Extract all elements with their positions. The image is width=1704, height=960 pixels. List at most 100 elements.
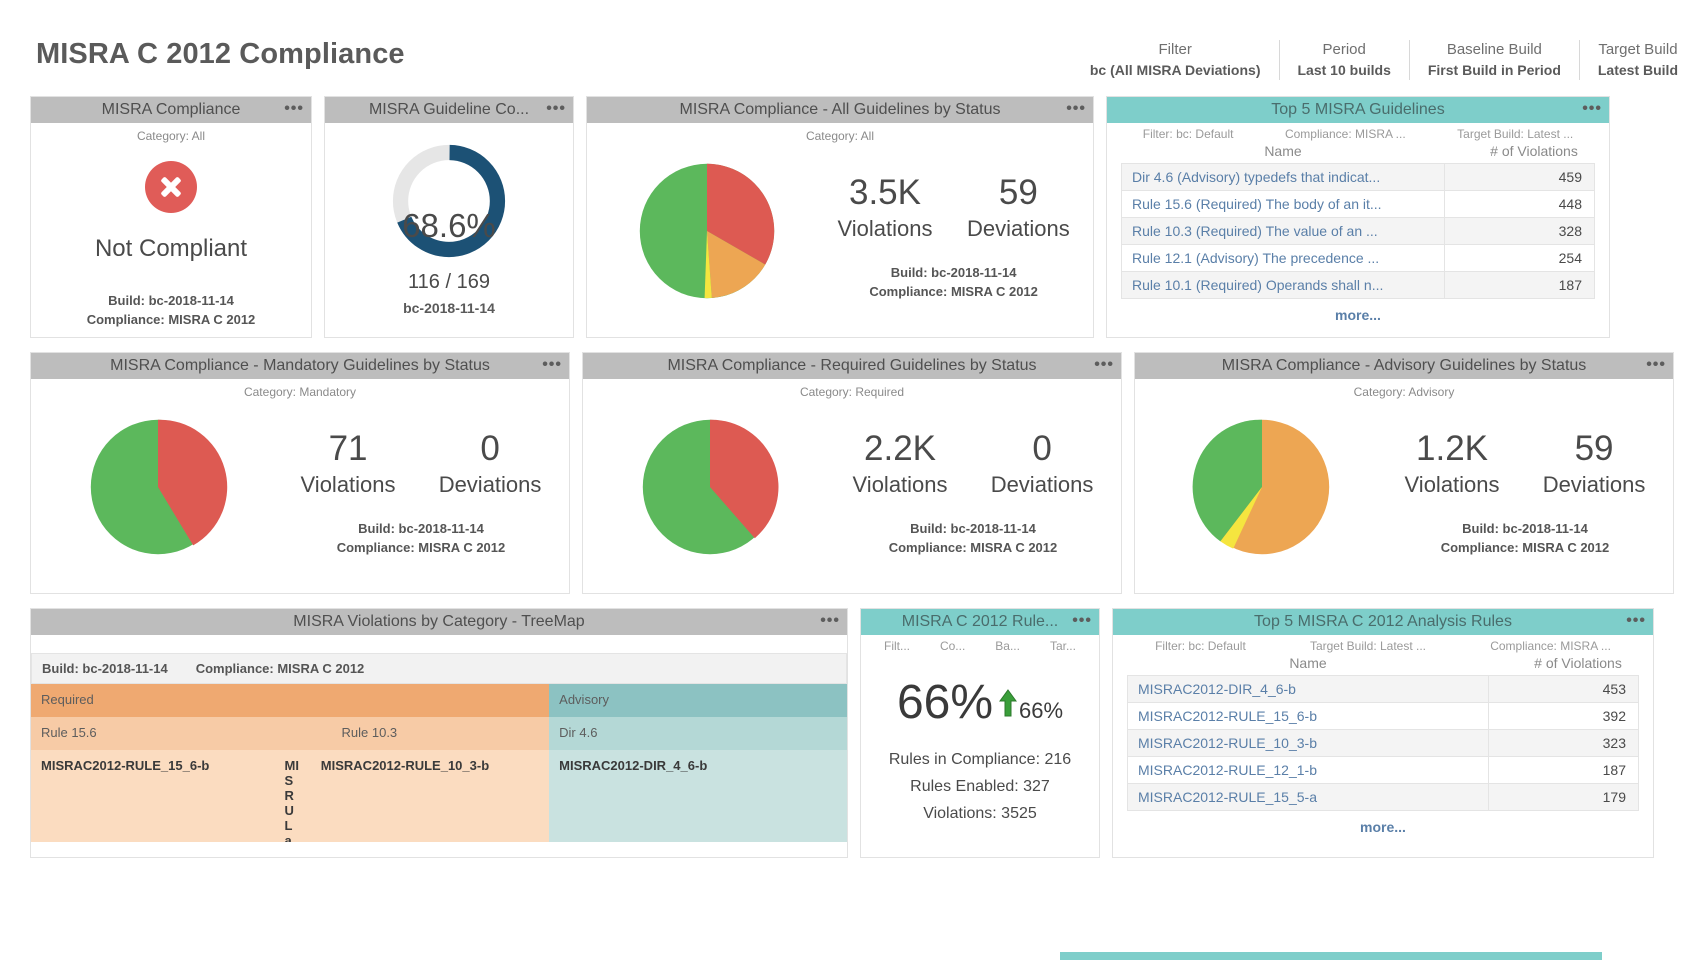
widget-body: Category: Mandatory 71 Violations 0 Devi…: [31, 379, 569, 593]
page-title: MISRA C 2012 Compliance: [36, 38, 405, 70]
donut-center-value: 68.6%: [402, 207, 496, 244]
table-row[interactable]: Rule 10.1 (Required) Operands shall n...…: [1122, 271, 1594, 299]
kpi-violations: 2.2K Violations: [853, 429, 948, 501]
kpi-deviations: 59 Deviations: [967, 173, 1070, 245]
widget-footer: Build: bc-2018-11-14 Compliance: MISRA C…: [37, 291, 305, 329]
pie-chart-all: [593, 143, 820, 311]
category-caption: Category: All: [136, 129, 206, 143]
filter-chip-target-build: Target Build: Latest ...: [1457, 127, 1574, 141]
ellipsis-icon[interactable]: •••: [1066, 97, 1086, 121]
table-row[interactable]: MISRAC2012-RULE_15_5-a 179: [1128, 783, 1638, 811]
deviations-value: 59: [1574, 429, 1614, 468]
row-name[interactable]: Rule 12.1 (Advisory) The precedence ...: [1122, 250, 1444, 266]
row-name[interactable]: Dir 4.6 (Advisory) typedefs that indicat…: [1122, 169, 1444, 185]
ellipsis-icon[interactable]: •••: [1646, 353, 1666, 377]
widget-title: MISRA Compliance •••: [31, 97, 311, 123]
violations-label: Violations: [852, 472, 948, 497]
row-name[interactable]: MISRAC2012-RULE_10_3-b: [1128, 735, 1488, 751]
ellipsis-icon[interactable]: •••: [284, 97, 304, 121]
violations-label: Violations: [837, 216, 933, 241]
deviations-label: Deviations: [1542, 472, 1646, 497]
widget-footer: Build: bc-2018-11-14 Compliance: MISRA C…: [820, 263, 1087, 301]
build-label: Build: bc-2018-11-14: [108, 293, 234, 308]
kpi-panel: 1.2K Violations 59 Deviations Build: bc-…: [1383, 399, 1667, 557]
row-name[interactable]: MISRAC2012-DIR_4_6-b: [1128, 681, 1488, 697]
widget-title: Top 5 MISRA Guidelines •••: [1107, 97, 1609, 123]
treemap-category-required[interactable]: Required: [31, 684, 550, 717]
widget-title-text: MISRA Guideline Co...: [368, 101, 530, 118]
row-violations: 187: [1488, 756, 1638, 784]
treemap-leaf-rule-10-3[interactable]: MISRAC2012-RULE_10_3-b: [310, 750, 550, 842]
baseline-build-value: First Build in Period: [1427, 62, 1561, 78]
widget-advisory-guidelines-by-status: MISRA Compliance - Advisory Guidelines b…: [1134, 352, 1674, 594]
stat-rules-in-compliance: Rules in Compliance: 216: [888, 751, 1072, 768]
status-badge: Not Compliant: [94, 235, 248, 262]
table-row[interactable]: MISRAC2012-DIR_4_6-b 453: [1128, 675, 1638, 703]
widget-all-guidelines-by-status: MISRA Compliance - All Guidelines by Sta…: [586, 96, 1094, 338]
row-violations: 254: [1444, 244, 1594, 272]
row-name[interactable]: MISRAC2012-RULE_12_1-b: [1128, 762, 1488, 778]
widget-footer: Build: bc-2018-11-14 Compliance: MISRA C…: [279, 519, 563, 557]
ellipsis-icon[interactable]: •••: [1626, 609, 1646, 633]
ellipsis-icon[interactable]: •••: [820, 609, 840, 633]
deviations-label: Deviations: [967, 216, 1070, 241]
deviations-value: 59: [998, 173, 1038, 212]
treemap-category-advisory[interactable]: Advisory: [549, 684, 847, 717]
row-name[interactable]: MISRAC2012-RULE_15_5-a: [1128, 789, 1488, 805]
treemap-leaf-rule-15-6[interactable]: MISRAC2012-RULE_15_6-b: [31, 750, 275, 842]
treemap-leaf-dir-4-6[interactable]: MISRAC2012-DIR_4_6-b: [549, 750, 847, 842]
ellipsis-icon[interactable]: •••: [1072, 609, 1092, 633]
treemap-body: Required Rule 15.6 Rule 10.3 MISRAC2012-…: [31, 684, 847, 842]
treemap-rule-15-6[interactable]: Rule 15.6: [31, 717, 332, 750]
widget-title-text: MISRA Compliance - Mandatory Guidelines …: [110, 357, 490, 374]
compliance-label: Compliance: MISRA C 2012: [888, 540, 1058, 555]
more-link[interactable]: more...: [1107, 299, 1609, 327]
ellipsis-icon[interactable]: •••: [542, 353, 562, 377]
ellipsis-icon[interactable]: •••: [546, 97, 566, 121]
widget-body: Filt... Co... Ba... Tar... 66% 66% Rules…: [861, 635, 1099, 857]
row-name[interactable]: Rule 15.6 (Required) The body of an it..…: [1122, 196, 1444, 212]
build-label: Build: bc-2018-11-14: [1462, 521, 1588, 536]
col-header-violations: # of Violations: [1534, 655, 1622, 671]
table-row[interactable]: MISRAC2012-RULE_10_3-b 323: [1128, 729, 1638, 757]
chart-and-kpis: 2.2K Violations 0 Deviations Build: bc-2…: [589, 399, 1115, 567]
treemap-rule-dir-4-6[interactable]: Dir 4.6: [549, 717, 847, 750]
table-row[interactable]: MISRAC2012-RULE_12_1-b 187: [1128, 756, 1638, 784]
widget-top5-misra-guidelines: Top 5 MISRA Guidelines ••• Filter: bc: D…: [1106, 96, 1610, 338]
row-name[interactable]: Rule 10.1 (Required) Operands shall n...: [1122, 277, 1444, 293]
table-row[interactable]: Dir 4.6 (Advisory) typedefs that indicat…: [1122, 163, 1594, 191]
filter-cell-target-build[interactable]: Target Build Latest Build: [1578, 40, 1696, 80]
kpi-deviations: 0 Deviations: [439, 429, 542, 501]
pie-svg: [639, 163, 774, 299]
table-row[interactable]: MISRAC2012-RULE_15_6-b 392: [1128, 702, 1638, 730]
more-link[interactable]: more...: [1113, 811, 1653, 839]
widget-footer: Build: bc-2018-11-14 Compliance: MISRA C…: [1383, 519, 1667, 557]
filter-chip-filter: Filter: bc: Default: [1155, 639, 1246, 653]
treemap-rule-10-3[interactable]: Rule 10.3: [331, 717, 550, 750]
error-x-icon: [145, 161, 197, 213]
violations-label: Violations: [1404, 472, 1500, 497]
row-name[interactable]: Rule 10.3 (Required) The value of an ...: [1122, 223, 1444, 239]
violations-value: 3.5K: [848, 173, 921, 212]
filter-cell-filter[interactable]: Filter bc (All MISRA Deviations): [1072, 40, 1279, 80]
filter-chip-filter: Filt...: [883, 639, 910, 653]
arrow-up-svg: [999, 689, 1017, 717]
filter-cell-period[interactable]: Period Last 10 builds: [1278, 40, 1409, 80]
table-row[interactable]: Rule 12.1 (Advisory) The precedence ... …: [1122, 244, 1594, 272]
widget-title-text: MISRA C 2012 Rule...: [901, 613, 1059, 630]
ellipsis-icon[interactable]: •••: [1094, 353, 1114, 377]
table-row[interactable]: Rule 10.3 (Required) The value of an ...…: [1122, 217, 1594, 245]
row-name[interactable]: MISRAC2012-RULE_15_6-b: [1128, 708, 1488, 724]
filter-cell-baseline-build[interactable]: Baseline Build First Build in Period: [1408, 40, 1579, 80]
table-row[interactable]: Rule 15.6 (Required) The body of an it..…: [1122, 190, 1594, 218]
treemap-leaf-row: MISRAC2012-RULE_15_6-b MIS RUL a MISRAC2…: [31, 750, 550, 842]
deviations-value: 0: [1032, 429, 1052, 468]
violations-value: 1.2K: [1416, 429, 1489, 468]
chart-and-kpis: 3.5K Violations 59 Deviations Build: bc-…: [593, 143, 1087, 311]
filter-chip-compliance: Compliance: MISRA ...: [1284, 127, 1406, 141]
widget-body: 68.6% 116 / 169 bc-2018-11-14: [325, 123, 573, 337]
widget-title-text: MISRA Violations by Category - TreeMap: [293, 613, 585, 630]
kpi-panel: 3.5K Violations 59 Deviations Build: bc-…: [820, 143, 1087, 301]
ellipsis-icon[interactable]: •••: [1582, 97, 1602, 121]
treemap-leaf-narrow[interactable]: MIS RUL a: [274, 750, 311, 842]
